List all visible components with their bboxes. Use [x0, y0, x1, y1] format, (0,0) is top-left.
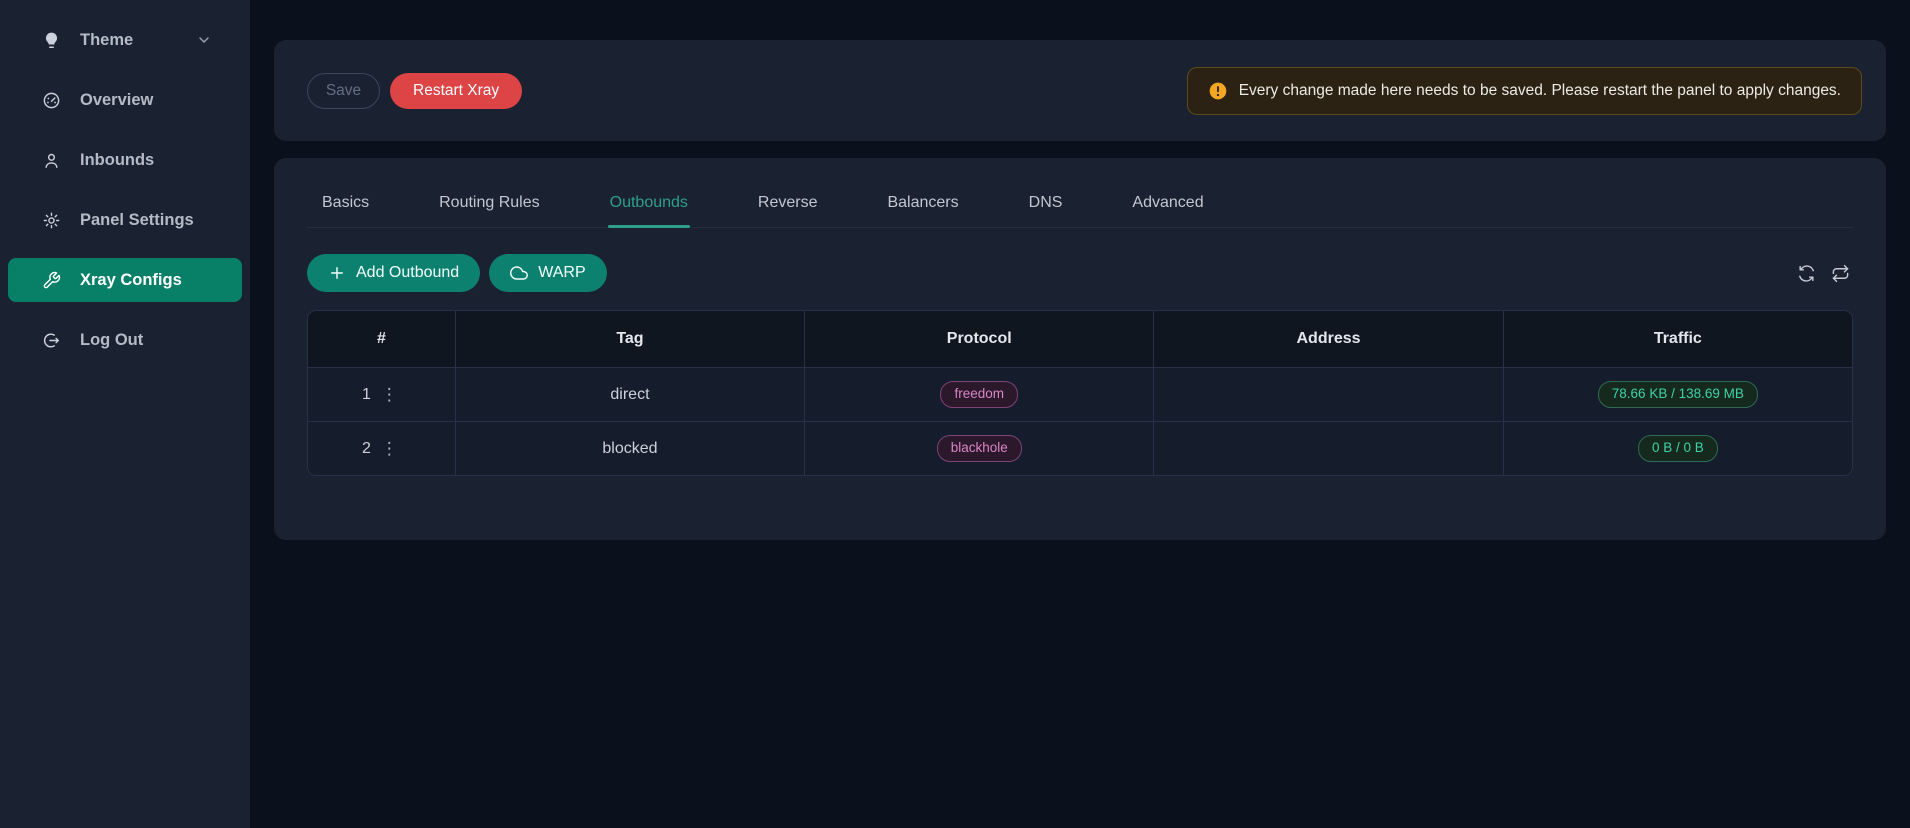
- toolbar-card: Save Restart Xray Every change made here…: [274, 40, 1886, 141]
- traffic-cell: 0 B / 0 B: [1503, 421, 1852, 475]
- row-number: 2: [362, 440, 371, 458]
- tab-balancers[interactable]: Balancers: [885, 184, 960, 227]
- refresh-icon[interactable]: [1797, 264, 1816, 283]
- traffic-badge: 0 B / 0 B: [1638, 435, 1718, 462]
- tab-basics[interactable]: Basics: [320, 184, 371, 227]
- sidebar-item-label: Inbounds: [80, 151, 154, 170]
- protocol-cell: blackhole: [804, 421, 1153, 475]
- sidebar: Theme Overview Inbounds Panel Settings: [0, 0, 250, 828]
- table-header-row: # Tag Protocol Address Traffic: [308, 311, 1852, 367]
- wrench-icon: [41, 270, 61, 290]
- tab-dns[interactable]: DNS: [1027, 184, 1065, 227]
- add-outbound-label: Add Outbound: [356, 264, 459, 282]
- index-cell: 2 ⋮: [308, 421, 455, 475]
- add-outbound-button[interactable]: Add Outbound: [307, 254, 480, 292]
- tab-bar: Basics Routing Rules Outbounds Reverse B…: [307, 184, 1853, 228]
- index-cell: 1 ⋮: [308, 367, 455, 421]
- sidebar-item-log-out[interactable]: Log Out: [8, 318, 242, 362]
- sidebar-item-label: Xray Configs: [80, 271, 182, 290]
- header-address: Address: [1153, 311, 1502, 367]
- row-number: 1: [362, 386, 371, 404]
- repeat-icon[interactable]: [1831, 264, 1850, 283]
- gauge-icon: [41, 90, 61, 110]
- restart-xray-button[interactable]: Restart Xray: [390, 73, 522, 109]
- alert-text: Every change made here needs to be saved…: [1239, 82, 1841, 100]
- address-cell: [1153, 367, 1502, 421]
- sidebar-item-label: Theme: [80, 31, 133, 50]
- cloud-icon: [510, 264, 528, 282]
- actions-row: Add Outbound WARP: [307, 254, 1853, 292]
- warning-icon: [1208, 81, 1228, 101]
- sidebar-item-label: Overview: [80, 91, 153, 110]
- header-tag: Tag: [455, 311, 804, 367]
- save-button[interactable]: Save: [307, 73, 380, 109]
- actions-left: Add Outbound WARP: [307, 254, 607, 292]
- more-vertical-icon[interactable]: ⋮: [378, 438, 401, 459]
- sidebar-item-label: Panel Settings: [80, 211, 194, 230]
- traffic-badge: 78.66 KB / 138.69 MB: [1598, 381, 1758, 408]
- protocol-badge: freedom: [940, 381, 1018, 408]
- table-row: 2 ⋮ blocked blackhole 0 B / 0 B: [308, 421, 1852, 475]
- tab-routing-rules[interactable]: Routing Rules: [437, 184, 542, 227]
- table-row: 1 ⋮ direct freedom 78.66 KB / 138.69 MB: [308, 367, 1852, 421]
- sidebar-item-panel-settings[interactable]: Panel Settings: [8, 198, 242, 242]
- logout-icon: [41, 330, 61, 350]
- app-root: Theme Overview Inbounds Panel Settings: [0, 0, 1910, 828]
- sidebar-item-inbounds[interactable]: Inbounds: [8, 138, 242, 182]
- traffic-cell: 78.66 KB / 138.69 MB: [1503, 367, 1852, 421]
- protocol-cell: freedom: [804, 367, 1153, 421]
- actions-right: [1797, 264, 1853, 283]
- tag-cell: blocked: [455, 421, 804, 475]
- tab-outbounds[interactable]: Outbounds: [608, 184, 690, 227]
- bulb-icon: [41, 30, 61, 50]
- header-protocol: Protocol: [804, 311, 1153, 367]
- toolbar-buttons: Save Restart Xray: [307, 73, 522, 109]
- address-cell: [1153, 421, 1502, 475]
- unsaved-changes-alert: Every change made here needs to be saved…: [1187, 67, 1862, 115]
- tag-cell: direct: [455, 367, 804, 421]
- header-index: #: [308, 311, 455, 367]
- sidebar-item-xray-configs[interactable]: Xray Configs: [8, 258, 242, 302]
- sidebar-item-overview[interactable]: Overview: [8, 78, 242, 122]
- user-icon: [41, 150, 61, 170]
- chevron-down-icon: [196, 32, 212, 48]
- plus-icon: [328, 264, 346, 282]
- warp-label: WARP: [538, 264, 585, 282]
- more-vertical-icon[interactable]: ⋮: [378, 384, 401, 405]
- protocol-badge: blackhole: [937, 435, 1022, 462]
- tab-reverse[interactable]: Reverse: [756, 184, 820, 227]
- xray-configs-card: Basics Routing Rules Outbounds Reverse B…: [274, 158, 1886, 540]
- sidebar-item-theme[interactable]: Theme: [8, 18, 242, 62]
- main-content: Save Restart Xray Every change made here…: [250, 0, 1910, 828]
- gear-icon: [41, 210, 61, 230]
- sidebar-item-label: Log Out: [80, 331, 143, 350]
- header-traffic: Traffic: [1503, 311, 1852, 367]
- warp-button[interactable]: WARP: [489, 254, 606, 292]
- tab-advanced[interactable]: Advanced: [1130, 184, 1205, 227]
- outbounds-table: # Tag Protocol Address Traffic 1 ⋮: [307, 310, 1853, 476]
